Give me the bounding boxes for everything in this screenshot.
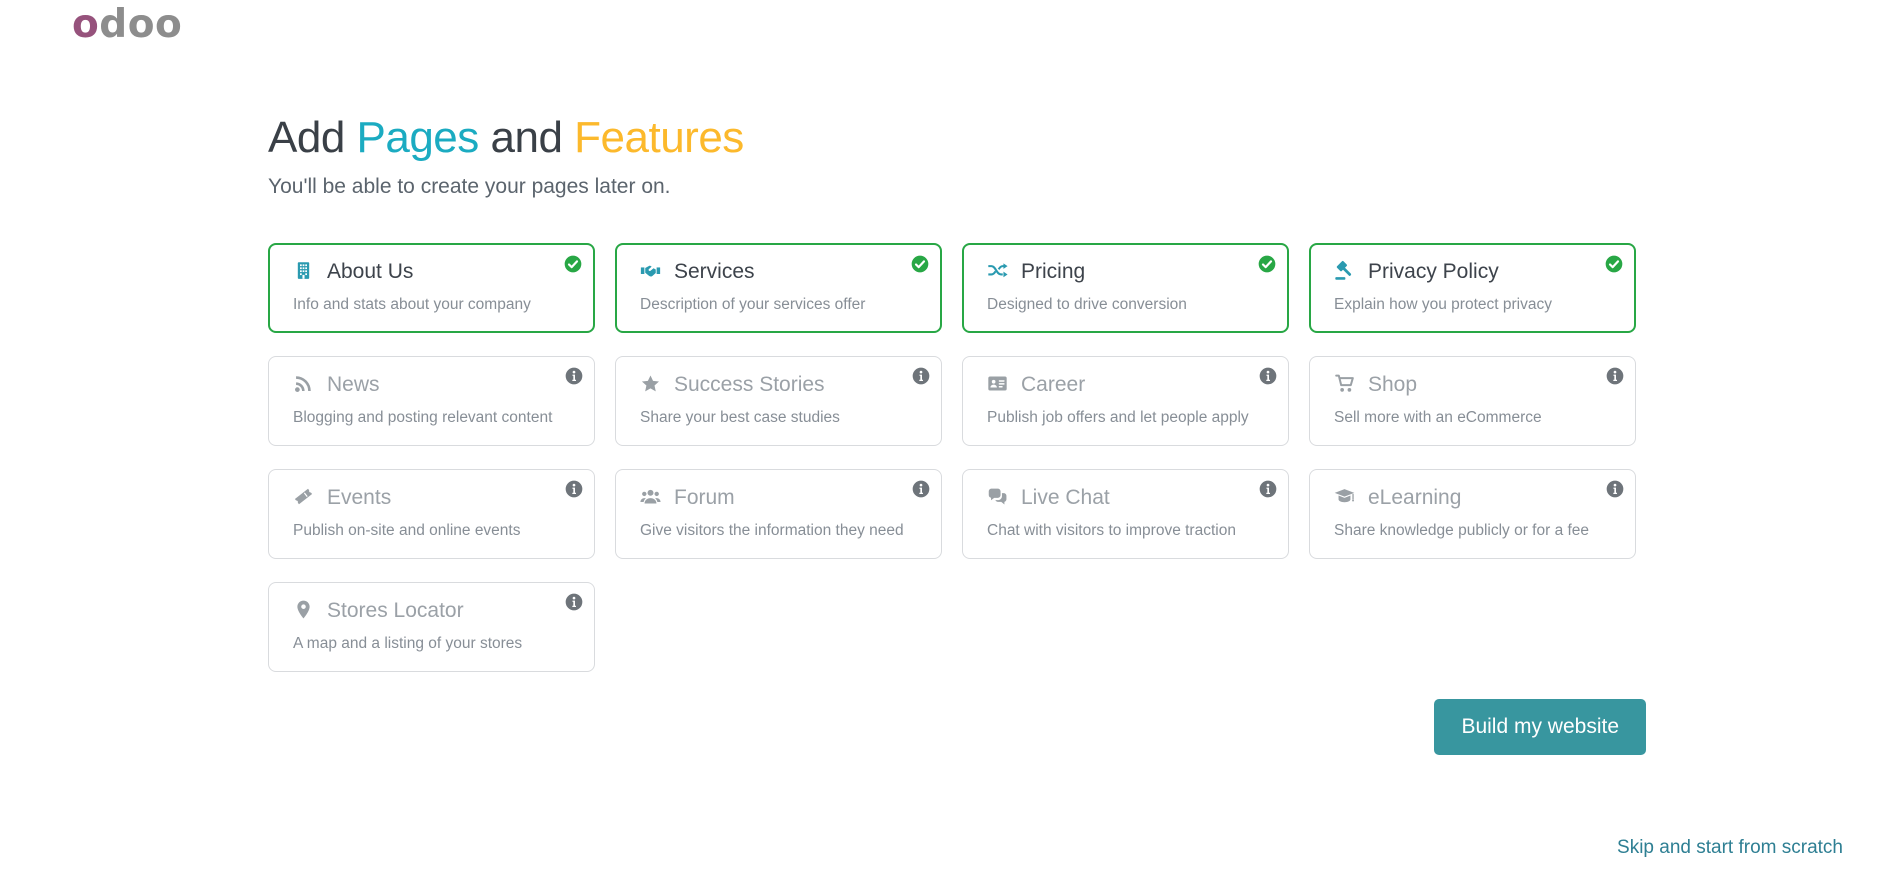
handshake-icon [640, 260, 661, 283]
actions-row: Build my website [268, 698, 1646, 755]
rss-icon [293, 373, 314, 396]
page-card-privacy-policy[interactable]: Privacy Policy Explain how you protect p… [1309, 242, 1636, 333]
pages-grid: About Us Info and stats about your compa… [268, 242, 1636, 672]
users-icon [640, 486, 661, 509]
address-card-icon [987, 373, 1008, 396]
card-description: Info and stats about your company [293, 295, 531, 313]
check-circle-icon [563, 254, 583, 274]
page-card-elearning[interactable]: eLearning Share knowledge publicly or fo… [1309, 468, 1636, 559]
page-card-stores-locator[interactable]: Stores Locator A map and a listing of yo… [268, 581, 595, 672]
card-label: Privacy Policy [1368, 259, 1499, 283]
page-card-forum[interactable]: Forum Give visitors the information they… [615, 468, 942, 559]
card-description: Description of your services offer [640, 295, 866, 313]
info-circle-icon [1605, 366, 1625, 386]
card-description: Publish job offers and let people apply [987, 408, 1249, 426]
card-description: Blogging and posting relevant content [293, 408, 553, 426]
page-card-live-chat[interactable]: Live Chat Chat with visitors to improve … [962, 468, 1289, 559]
card-label: Live Chat [1021, 485, 1110, 509]
page-card-services[interactable]: Services Description of your services of… [615, 242, 942, 333]
check-circle-icon [910, 254, 930, 274]
card-label: Shop [1368, 372, 1418, 396]
info-circle-icon [1605, 479, 1625, 499]
odoo-logo-first-letter: o [72, 2, 100, 47]
info-circle-icon [1258, 479, 1278, 499]
card-label: About Us [327, 259, 414, 283]
card-description: Share knowledge publicly or for a fee [1334, 521, 1590, 539]
card-description: Share your best case studies [640, 408, 840, 426]
card-label: Events [327, 485, 392, 509]
title-add: Add [268, 113, 357, 162]
card-description: Explain how you protect privacy [1334, 295, 1552, 313]
map-marker-icon [293, 599, 314, 622]
info-circle-icon [1258, 366, 1278, 386]
building-icon [293, 260, 314, 283]
shuffle-icon [987, 260, 1008, 283]
page-card-career[interactable]: Career Publish job offers and let people… [962, 355, 1289, 446]
card-label: Pricing [1021, 259, 1086, 283]
page-card-events[interactable]: Events Publish on-site and online events [268, 468, 595, 559]
page-card-success-stories[interactable]: Success Stories Share your best case stu… [615, 355, 942, 446]
card-description: Publish on-site and online events [293, 521, 521, 539]
ticket-icon [293, 486, 314, 509]
title-and: and [478, 113, 575, 162]
card-description: Designed to drive conversion [987, 295, 1187, 313]
shopping-cart-icon [1334, 373, 1355, 396]
page-card-about-us[interactable]: About Us Info and stats about your compa… [268, 242, 595, 333]
gavel-icon [1334, 260, 1355, 283]
card-label: Success Stories [674, 372, 825, 396]
card-description: Give visitors the information they need [640, 521, 904, 539]
info-circle-icon [911, 366, 931, 386]
comments-icon [987, 486, 1008, 509]
skip-and-start-from-scratch-link[interactable]: Skip and start from scratch [1617, 837, 1843, 859]
star-icon [640, 373, 661, 396]
page-card-shop[interactable]: Shop Sell more with an eCommerce [1309, 355, 1636, 446]
graduation-cap-icon [1334, 486, 1355, 509]
page-card-pricing[interactable]: Pricing Designed to drive conversion [962, 242, 1289, 333]
info-circle-icon [564, 592, 584, 612]
title-pages: Pages [356, 113, 480, 162]
card-label: Stores Locator [327, 598, 464, 622]
check-circle-icon [1604, 254, 1624, 274]
info-circle-icon [911, 479, 931, 499]
onboarding-content: Add Pages and Features You'll be able to… [268, 0, 1646, 755]
check-circle-icon [1257, 254, 1277, 274]
card-label: Forum [674, 485, 735, 509]
odoo-logo: odoo [72, 2, 183, 47]
card-description: A map and a listing of your stores [293, 634, 523, 652]
card-description: Sell more with an eCommerce [1334, 408, 1542, 426]
page-title: Add Pages and Features [268, 112, 1646, 165]
odoo-logo-rest: doo [99, 2, 183, 47]
card-label: Services [674, 259, 755, 283]
card-label: eLearning [1368, 485, 1462, 509]
card-label: News [327, 372, 380, 396]
card-description: Chat with visitors to improve traction [987, 521, 1236, 539]
page-subtitle: You'll be able to create your pages late… [268, 174, 671, 198]
title-features: Features [574, 113, 744, 162]
info-circle-icon [564, 366, 584, 386]
card-label: Career [1021, 372, 1086, 396]
build-my-website-button[interactable]: Build my website [1434, 698, 1646, 755]
info-circle-icon [564, 479, 584, 499]
page-card-news[interactable]: News Blogging and posting relevant conte… [268, 355, 595, 446]
